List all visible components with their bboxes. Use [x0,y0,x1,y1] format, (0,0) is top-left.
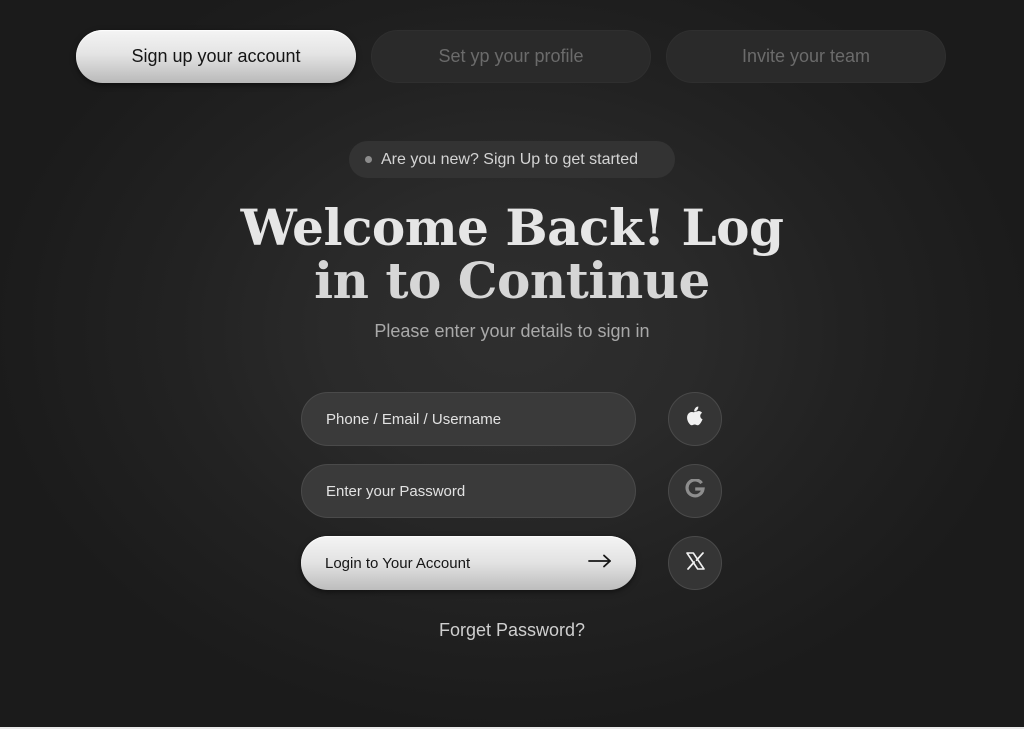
login-button-label: Login to Your Account [325,554,471,572]
apple-icon [685,406,705,433]
step-invite-team[interactable]: Invite your team [666,30,946,83]
arrow-right-icon [588,554,612,572]
page-title-line2: in to Continue [314,251,710,310]
badge-text: Are you new? Sign Up to get started [381,150,639,168]
dot-icon [365,156,372,163]
google-icon [685,477,705,504]
step-label: Sign up your account [131,46,301,66]
page-title-line1: Welcome Back! Log [240,198,784,257]
x-login-button[interactable] [668,536,722,590]
signup-badge[interactable]: Are you new? Sign Up to get started [349,141,675,178]
apple-login-button[interactable] [668,392,722,446]
password-input[interactable] [301,464,636,518]
login-button[interactable]: Login to Your Account [301,536,636,590]
x-icon [685,551,705,575]
login-page: Sign up your account Set yp your profile… [0,0,1024,729]
forgot-password-link[interactable]: Forget Password? [0,620,1024,641]
step-setup-profile[interactable]: Set yp your profile [371,30,651,83]
identifier-input[interactable] [301,392,636,446]
step-label: Set yp your profile [438,46,584,66]
page-subtitle: Please enter your details to sign in [374,321,650,341]
step-sign-up[interactable]: Sign up your account [76,30,356,83]
step-label: Invite your team [741,46,871,66]
google-login-button[interactable] [668,464,722,518]
